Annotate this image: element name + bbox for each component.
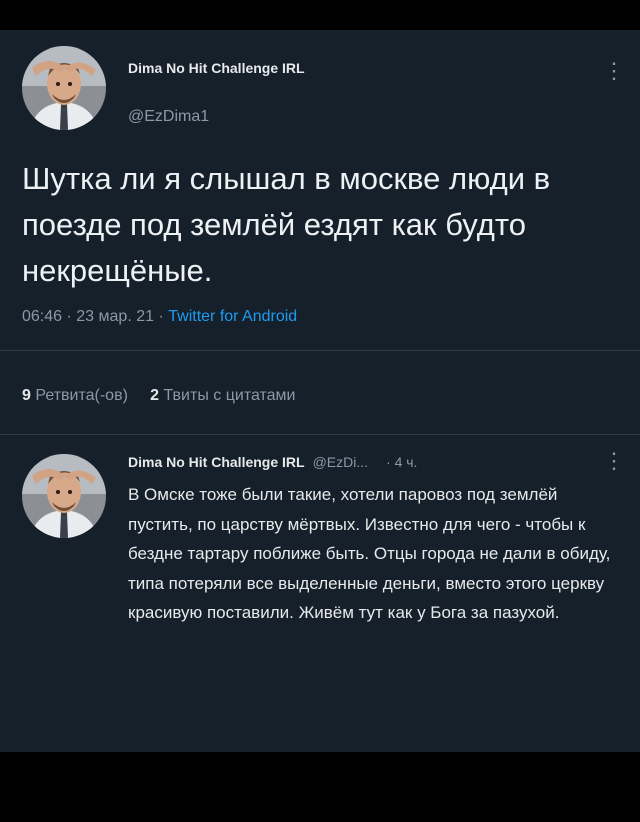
quotes-label: Твиты с цитатами (163, 387, 296, 404)
author-avatar[interactable] (22, 46, 106, 130)
divider (0, 434, 640, 435)
retweets-label: Ретвита(-ов) (35, 387, 128, 404)
quotes-stat[interactable]: 2 Твиты с цитатами (150, 387, 295, 404)
author-handle[interactable]: @EzDima1 (128, 108, 209, 126)
meta-separator: · (158, 308, 169, 325)
retweets-stat[interactable]: 9 Ретвита(-ов) (22, 387, 128, 404)
tweet-time[interactable]: 06:46 (22, 308, 62, 325)
divider (0, 350, 640, 351)
tweet-date[interactable]: 23 мар. 21 (76, 308, 154, 325)
author-name[interactable]: Dima No Hit Challenge IRL (128, 60, 305, 76)
more-options-icon[interactable]: ⋮ (603, 60, 625, 82)
top-black-band (0, 0, 640, 30)
retweets-count: 9 (22, 387, 31, 404)
reply-text: В Омске тоже были такие, хотели паровоз … (128, 485, 611, 622)
reply-header: Dima No Hit Challenge IRL @EzDi... · 4 ч. (128, 454, 417, 470)
reply-more-options-icon[interactable]: ⋮ (603, 450, 625, 472)
reply-author-name[interactable]: Dima No Hit Challenge IRL (128, 454, 305, 470)
bottom-black-band (0, 752, 640, 822)
reply-time[interactable]: · 4 ч. (386, 454, 417, 470)
reply-author-handle[interactable]: @EzDi... (313, 454, 368, 470)
tweet-screen: Dima No Hit Challenge IRL @EzDima1 ⋮ Шут… (0, 30, 640, 752)
quotes-count: 2 (150, 387, 160, 404)
meta-separator: · (66, 308, 77, 325)
tweet-text: Шутка ли я слышал в москве люди в поезде… (22, 161, 551, 288)
reply-author-avatar[interactable] (22, 454, 106, 538)
tweet-source[interactable]: Twitter for Android (168, 308, 297, 325)
tweet-stats: 9 Ретвита(-ов) 2 Твиты с цитатами (22, 387, 296, 405)
tweet-meta: 06:46 · 23 мар. 21 · Twitter for Android (22, 308, 297, 326)
